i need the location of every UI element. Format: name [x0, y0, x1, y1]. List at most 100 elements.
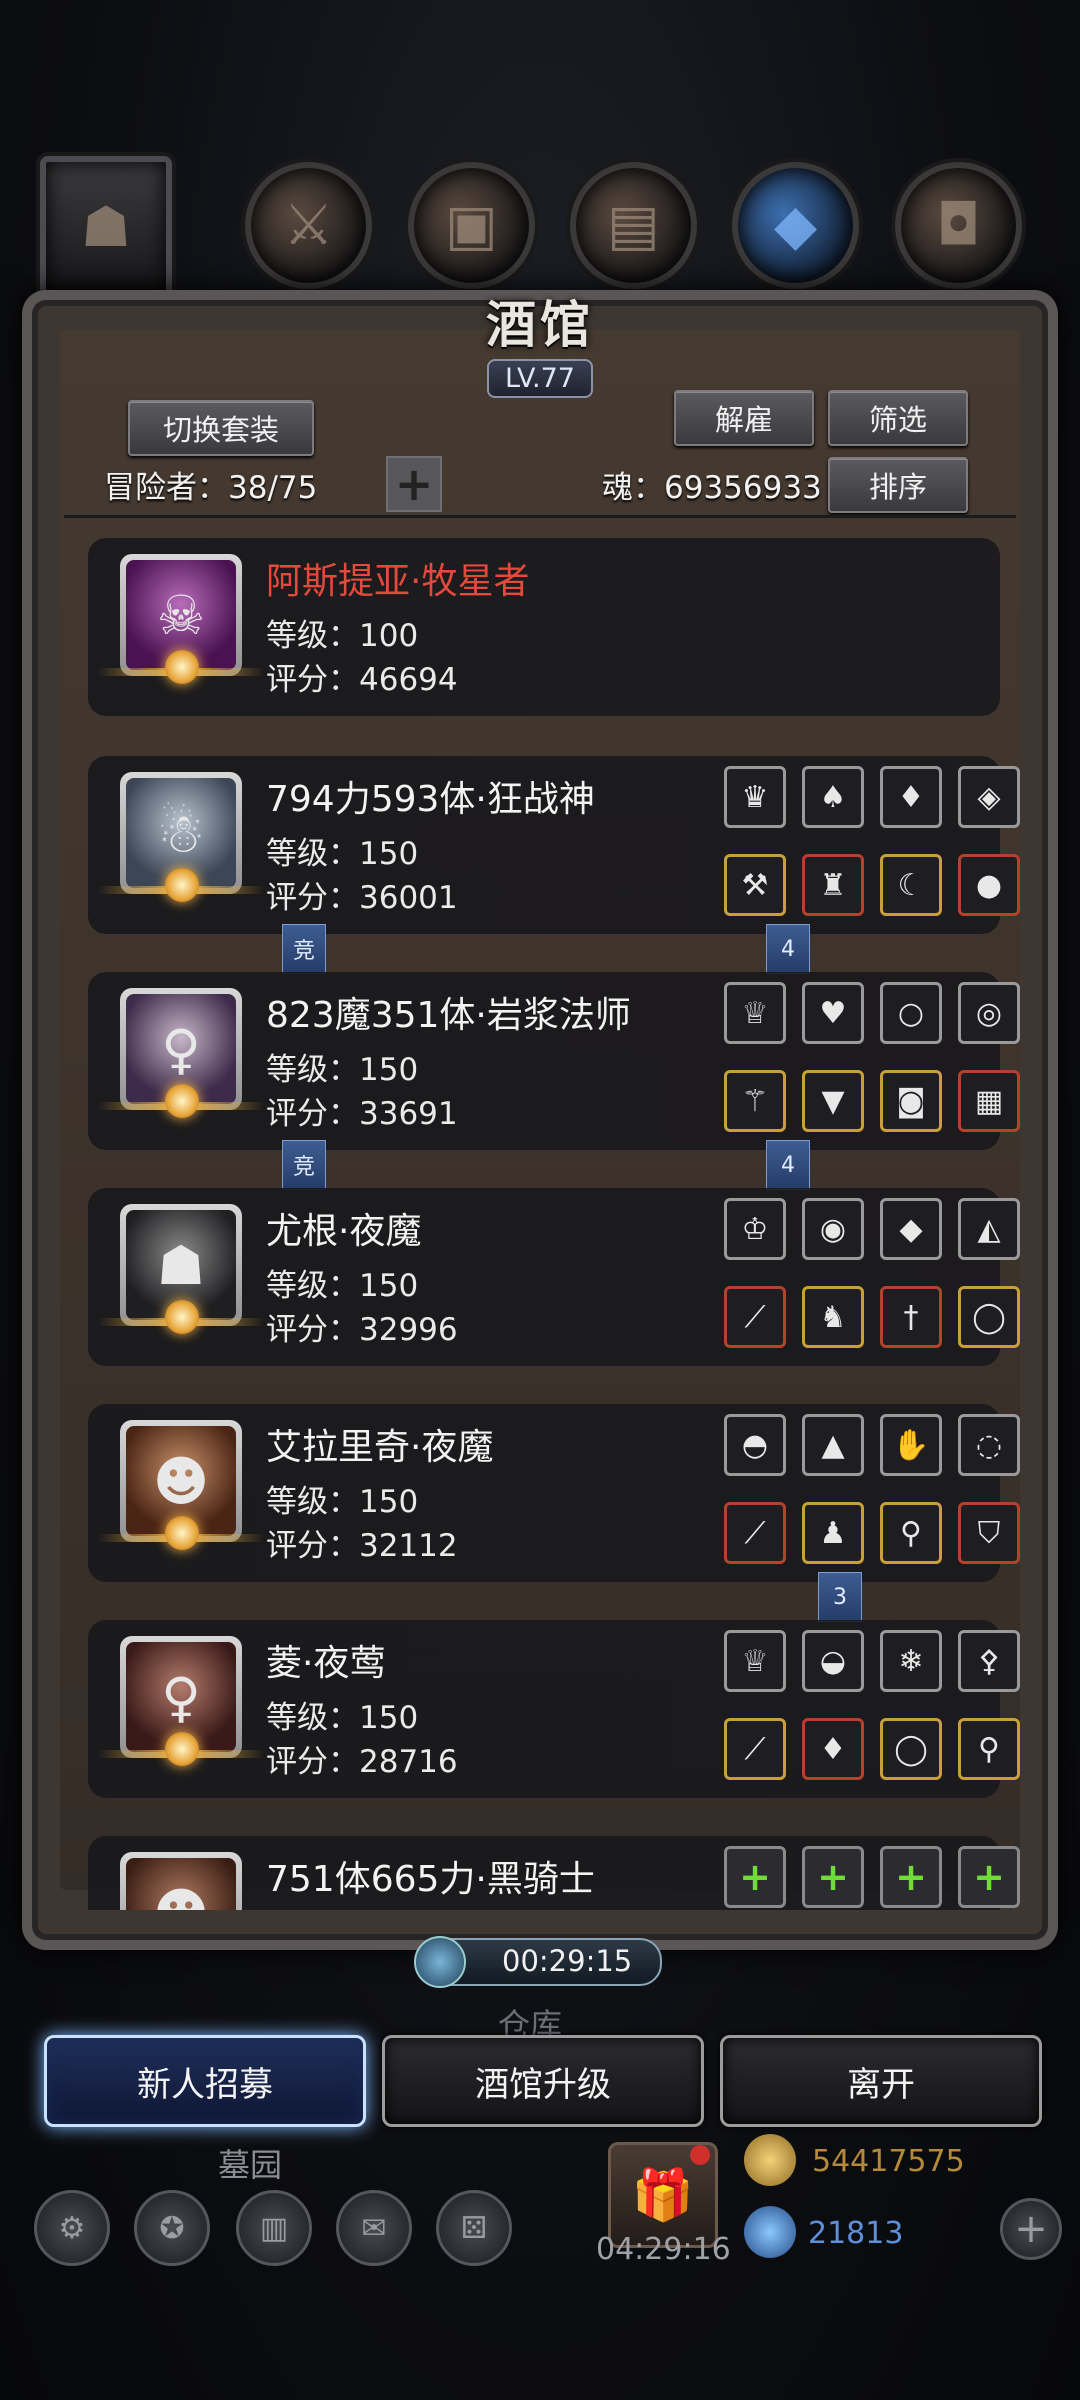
set-count-tag: 4	[766, 924, 810, 974]
emerald-crown-equip-icon[interactable]: ♕	[724, 982, 786, 1044]
hero-row[interactable]: ☗ 尤根·夜魔 等级：150 评分：32996 ♔ ◉ ◆ ◭ ⟋ ♞ † ◯	[88, 1188, 1020, 1366]
hero-silhouette-icon: ☗	[80, 194, 132, 260]
refresh-timer: 00:29:15	[414, 1936, 662, 1988]
long-hair-man-icon: ☻	[126, 1858, 236, 1910]
pauldron-equip-icon[interactable]: ◭	[958, 1198, 1020, 1260]
empty-slot-plus-icon[interactable]: +	[724, 1846, 786, 1908]
compete-tag: 竞	[282, 924, 326, 974]
dagger-equip-icon[interactable]: †	[880, 1286, 942, 1348]
hero-level: 等级：100	[266, 618, 419, 654]
cap-equip-icon[interactable]: ◒	[802, 1630, 864, 1692]
filter-button[interactable]: 筛选	[828, 390, 968, 446]
empty-slot-plus-icon[interactable]: +	[880, 1846, 942, 1908]
dark-armor-equip-icon[interactable]: ♞	[802, 1286, 864, 1348]
ring-equip-icon[interactable]: ◯	[958, 1286, 1020, 1348]
gem-amount: 21813	[808, 2216, 904, 2251]
hero-row[interactable]: ♀ 823魔351体·岩浆法师 等级：150 评分：33691 ♕ ♥ ○ ◎ …	[88, 972, 1020, 1150]
gem-equip-icon[interactable]: ◈	[958, 766, 1020, 828]
gem-icon	[744, 2206, 796, 2258]
tab-crystal[interactable]: ◆	[732, 162, 859, 289]
helmet-equip-icon[interactable]: ♛	[724, 766, 786, 828]
recruit-button[interactable]: 新人招募	[44, 2035, 366, 2127]
gift-timer: 04:29:16	[596, 2232, 731, 2267]
bracer-equip-icon[interactable]: ◙	[880, 1070, 942, 1132]
tavern-level-badge: LV.77	[486, 359, 593, 398]
horn-equip-icon[interactable]: ☾	[880, 854, 942, 916]
hero-score: 评分：36001	[266, 880, 458, 916]
boots-icon: ▤	[607, 193, 660, 258]
hero-row[interactable]: ☻ 751体665力·黑骑士 + + + +	[88, 1836, 1020, 1910]
hero-level: 等级：150	[266, 1268, 419, 1304]
hero-row[interactable]: ☃ 794力593体·狂战神 等级：150 评分：36001 ♛ ♠ ♦ ◈ ⚒…	[88, 756, 1020, 934]
hero-row[interactable]: ☻ 艾拉里奇·夜魔 等级：150 评分：32112 ◓ ▲ ✋ ◌ ⟋ ♟ ⚲ …	[88, 1404, 1020, 1582]
hero-list[interactable]: ☠ 阿斯提亚·牧星者 等级：100 评分：46694 ☃ 794力593体·狂战…	[60, 520, 1020, 1910]
plus-icon: +	[394, 457, 434, 511]
blue-helm-equip-icon[interactable]: ◓	[724, 1414, 786, 1476]
hero-portrait: ☻	[120, 1852, 242, 1910]
mage-robe-equip-icon[interactable]: ▼	[802, 1070, 864, 1132]
orb-equip-icon[interactable]: ●	[958, 854, 1020, 916]
hero-row[interactable]: ♀ 菱·夜莺 等级：150 评分：28716 ♕ ◒ ❄ ⚴ ⟋ ♦ ◯ ⚲	[88, 1620, 1020, 1798]
settings-gear-icon[interactable]: ⚙	[34, 2190, 110, 2266]
sort-button[interactable]: 排序	[828, 457, 968, 513]
necklace-equip-icon[interactable]: ○	[880, 982, 942, 1044]
cloak-equip-icon[interactable]: ♠	[802, 766, 864, 828]
empty-slot-plus-icon[interactable]: +	[958, 1846, 1020, 1908]
robe-equip-icon[interactable]: ♟	[802, 1502, 864, 1564]
upgrade-tavern-button[interactable]: 酒馆升级	[382, 2035, 704, 2127]
gate-menu-icon[interactable]: ▥	[236, 2190, 312, 2266]
armor-equip-icon[interactable]: ♜	[802, 854, 864, 916]
green-orb-equip-icon[interactable]: ◉	[802, 1198, 864, 1260]
hero-score: 评分：46694	[266, 662, 458, 698]
set-count-tag: 3	[818, 1572, 862, 1622]
fur-cloak-equip-icon[interactable]: ❄	[880, 1630, 942, 1692]
shield-equip-icon[interactable]: ⛉	[958, 1502, 1020, 1564]
tab-boots[interactable]: ▤	[570, 162, 697, 289]
jewel-armor-equip-icon[interactable]: ♦	[802, 1718, 864, 1780]
gold-ring-equip-icon[interactable]: ◯	[880, 1718, 942, 1780]
compass-equip-icon[interactable]: ◎	[958, 982, 1020, 1044]
hero-score: 评分：32112	[266, 1528, 458, 1564]
empty-slot-plus-icon[interactable]: +	[802, 1846, 864, 1908]
mail-menu-icon[interactable]: ✉	[336, 2190, 412, 2266]
tab-armor[interactable]: ▣	[408, 162, 535, 289]
star-rank-emblem	[98, 650, 264, 686]
fire-crown-equip-icon[interactable]: ♔	[724, 1198, 786, 1260]
hero-row[interactable]: ☠ 阿斯提亚·牧星者 等级：100 评分：46694	[88, 538, 1000, 716]
wand-equip-icon[interactable]: ⚲	[880, 1502, 942, 1564]
gauntlet-equip-icon[interactable]: ✋	[880, 1414, 942, 1476]
ruby-robe-equip-icon[interactable]: ♥	[802, 982, 864, 1044]
tab-helmet[interactable]: ◘	[895, 162, 1022, 289]
blade-equip-icon[interactable]: ⟋	[724, 1502, 786, 1564]
axe-equip-icon[interactable]: ⚒	[724, 854, 786, 916]
hero-level: 等级：150	[266, 1484, 419, 1520]
pink-crown-equip-icon[interactable]: ♕	[724, 1630, 786, 1692]
purple-gem-equip-icon[interactable]: ◆	[880, 1198, 942, 1260]
hero-level: 等级：150	[266, 1700, 419, 1736]
green-blade-equip-icon[interactable]: ⟋	[724, 1718, 786, 1780]
tab-hero-portrait[interactable]: ☗	[40, 156, 172, 298]
tab-weapon[interactable]: ⚔	[245, 162, 372, 289]
silver-ring-equip-icon[interactable]: ◌	[958, 1414, 1020, 1476]
switch-set-button[interactable]: 切换套装	[128, 400, 314, 456]
dice-menu-icon[interactable]: ⚄	[436, 2190, 512, 2266]
star-rank-emblem	[98, 1084, 264, 1120]
add-adventurer-slot-button[interactable]: +	[386, 456, 442, 512]
spellbook-equip-icon[interactable]: ▦	[958, 1070, 1020, 1132]
adventurer-count: 冒险者：38/75	[104, 470, 318, 506]
hero-name: 菱·夜莺	[266, 1643, 386, 1684]
gem-wand-equip-icon[interactable]: ⚲	[958, 1718, 1020, 1780]
clock-icon	[414, 1936, 466, 1988]
amulet-equip-icon[interactable]: ♦	[880, 766, 942, 828]
gold-amount: 54417575	[812, 2144, 965, 2179]
add-currency-plus-icon[interactable]: +	[1000, 2198, 1062, 2260]
leather-armor-equip-icon[interactable]: ▲	[802, 1414, 864, 1476]
spear-equip-icon[interactable]: ⟋	[724, 1286, 786, 1348]
scepter-equip-icon[interactable]: ⚴	[958, 1630, 1020, 1692]
staff-equip-icon[interactable]: ⚚	[724, 1070, 786, 1132]
leave-button[interactable]: 离开	[720, 2035, 1042, 2127]
timer-value: 00:29:15	[502, 1944, 633, 1978]
weapon-icon: ⚔	[283, 193, 334, 258]
star-menu-icon[interactable]: ✪	[134, 2190, 210, 2266]
dismiss-button[interactable]: 解雇	[674, 390, 814, 446]
